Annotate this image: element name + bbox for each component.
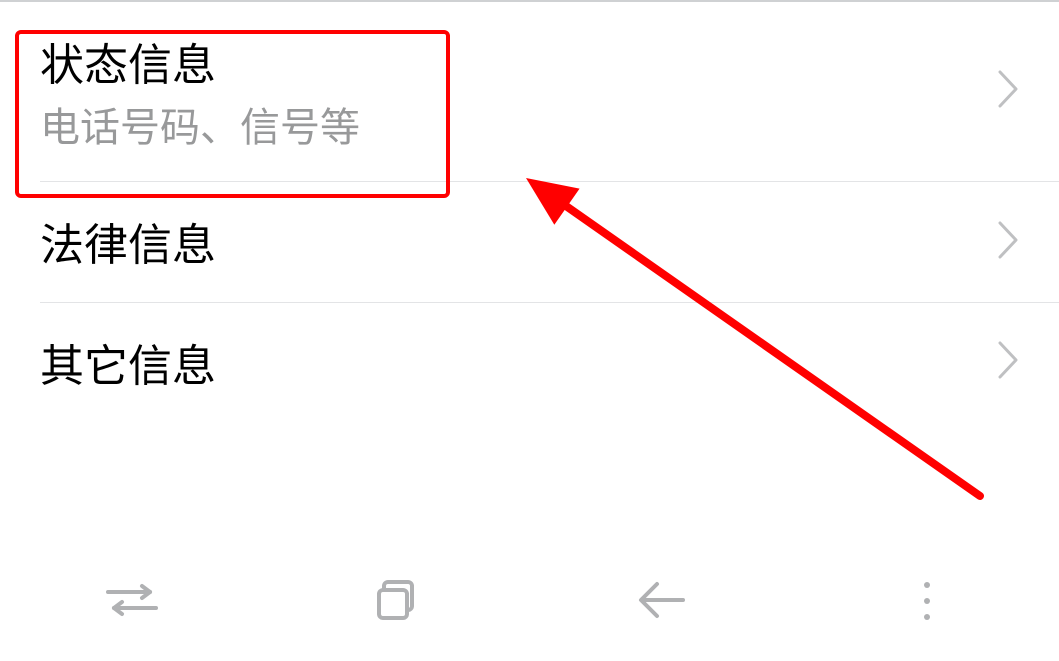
settings-item-other[interactable]: 其它信息 (0, 303, 1059, 422)
settings-item-subtitle: 电话号码、信号等 (40, 97, 360, 151)
recent-apps-icon (102, 578, 162, 625)
settings-item-texts: 其它信息 (40, 333, 216, 392)
settings-item-texts: 法律信息 (40, 212, 216, 271)
settings-item-status[interactable]: 状态信息 电话号码、信号等 (0, 2, 1059, 181)
menu-dots-icon (924, 582, 930, 620)
chevron-right-icon (997, 220, 1019, 265)
home-icon (375, 578, 419, 625)
settings-item-title: 法律信息 (40, 212, 216, 271)
chevron-right-icon (997, 69, 1019, 114)
recent-apps-button[interactable] (102, 571, 162, 631)
settings-list: 状态信息 电话号码、信号等 法律信息 其它信息 (0, 0, 1059, 422)
chevron-right-icon (997, 340, 1019, 385)
back-icon (637, 578, 687, 625)
settings-item-legal[interactable]: 法律信息 (0, 182, 1059, 301)
menu-button[interactable] (897, 571, 957, 631)
back-button[interactable] (632, 571, 692, 631)
settings-item-title: 其它信息 (40, 333, 216, 392)
settings-item-title: 状态信息 (40, 32, 360, 91)
home-button[interactable] (367, 571, 427, 631)
settings-item-texts: 状态信息 电话号码、信号等 (40, 32, 360, 151)
navigation-bar (0, 541, 1059, 661)
